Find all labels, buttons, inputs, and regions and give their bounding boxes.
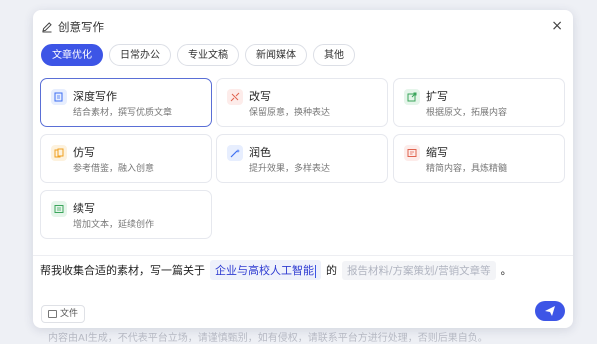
tab-daily-office[interactable]: 日常办公 (109, 44, 171, 66)
text-caret (315, 264, 316, 278)
doc-edit-icon (51, 89, 67, 105)
prompt-connector: 的 (326, 264, 337, 277)
dialog-title: 创意写作 (58, 20, 104, 34)
polish-icon (227, 145, 243, 161)
creative-writing-dialog: 创意写作 × 文章优化 日常办公 专业文稿 新闻媒体 其他 深度写作 结合素材，… (33, 10, 573, 328)
imitate-icon (51, 145, 67, 161)
file-icon (48, 310, 57, 318)
card-name: 深度写作 (73, 90, 117, 103)
card-name: 润色 (249, 146, 271, 159)
tab-article-optimize[interactable]: 文章优化 (41, 44, 103, 66)
rewrite-icon (227, 89, 243, 105)
card-expand[interactable]: 扩写 根据原文，拓展内容 (393, 78, 565, 127)
send-icon (545, 306, 555, 316)
card-name: 续写 (73, 202, 95, 215)
continue-icon (51, 201, 67, 217)
expand-icon (404, 89, 420, 105)
dialog-header: 创意写作 × (41, 18, 565, 36)
abbreviate-icon (404, 145, 420, 161)
card-desc: 参考借鉴，融入创意 (73, 164, 155, 174)
card-imitate[interactable]: 仿写 参考借鉴，融入创意 (40, 134, 212, 183)
card-abbreviate[interactable]: 缩写 精简内容，具炼精髓 (393, 134, 565, 183)
prompt-topic-slot[interactable]: 企业与高校人工智能 (210, 260, 321, 280)
card-rewrite[interactable]: 改写 保留原意，换种表达 (216, 78, 388, 127)
card-desc: 增加文本，延续创作 (73, 220, 155, 230)
send-button[interactable] (535, 301, 565, 321)
prompt-prefix: 帮我收集合适的素材，写一篇关于 (40, 264, 205, 277)
close-button[interactable]: × (551, 19, 563, 33)
file-button-label: 文件 (60, 309, 79, 319)
card-polish[interactable]: 润色 提升效果，多样表达 (216, 134, 388, 183)
divider (33, 255, 573, 256)
tab-other[interactable]: 其他 (313, 44, 355, 66)
card-name: 仿写 (73, 146, 95, 159)
card-name: 缩写 (426, 146, 448, 159)
card-desc: 提升效果，多样表达 (249, 164, 331, 174)
edit-icon (42, 22, 52, 33)
card-name: 扩写 (426, 90, 448, 103)
card-desc: 根据原文，拓展内容 (426, 108, 508, 118)
prompt-type-slot[interactable]: 报告材料/方案策划/营销文章等 (342, 260, 496, 280)
card-deep-writing[interactable]: 深度写作 结合素材，撰写优质文章 (40, 78, 212, 127)
card-desc: 精简内容，具炼精髓 (426, 164, 508, 174)
card-desc: 保留原意，换种表达 (249, 108, 331, 118)
tab-professional-doc[interactable]: 专业文稿 (177, 44, 239, 66)
prompt-suffix: 。 (500, 264, 512, 277)
card-name: 改写 (249, 90, 271, 103)
backdrop-disclaimer: 内容由AI生成，不代表平台立场，请谨慎甄别，如有侵权，请联系平台方进行处理，否则… (48, 333, 488, 344)
tab-news-media[interactable]: 新闻媒体 (245, 44, 307, 66)
card-continue[interactable]: 续写 增加文本，延续创作 (40, 190, 212, 239)
card-desc: 结合素材，撰写优质文章 (73, 108, 173, 118)
prompt-input[interactable]: 帮我收集合适的素材，写一篇关于 企业与高校人工智能 的 报告材料/方案策划/营销… (40, 260, 512, 280)
upload-file-button[interactable]: 文件 (41, 305, 86, 323)
category-tabs: 文章优化 日常办公 专业文稿 新闻媒体 其他 (41, 44, 355, 66)
